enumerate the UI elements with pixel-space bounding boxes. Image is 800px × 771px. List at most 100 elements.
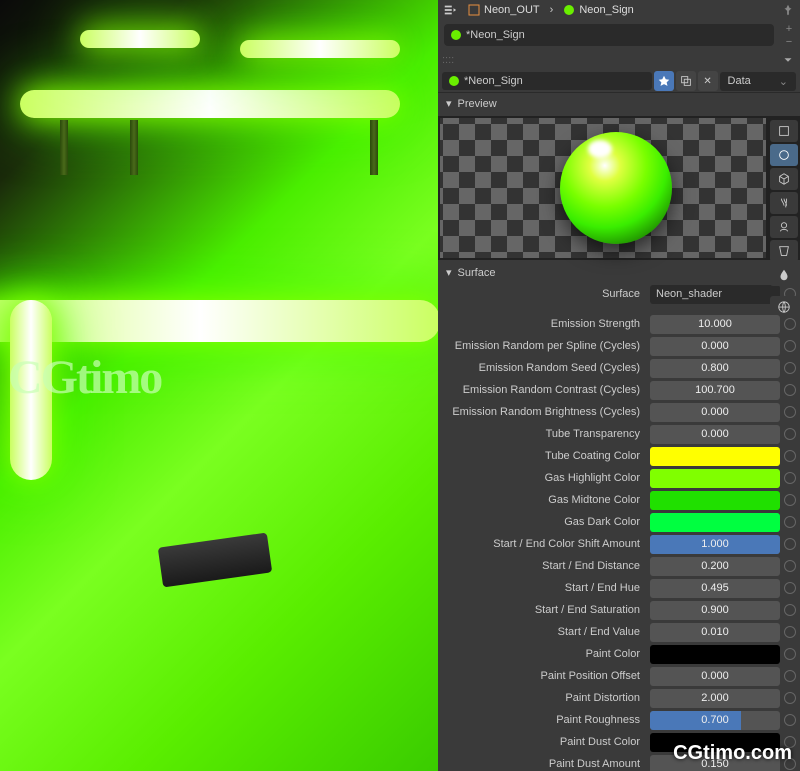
disclosure-down-icon: ▾ xyxy=(446,266,452,279)
node-socket-icon[interactable] xyxy=(784,472,796,484)
node-socket-icon[interactable] xyxy=(784,340,796,352)
properties-panel: Neon_OUT › Neon_Sign *Neon_Sign + − ::::… xyxy=(438,0,800,771)
property-row: Emission Strength 10.000 xyxy=(438,313,800,335)
property-row: Start / End Color Shift Amount 1.000 xyxy=(438,533,800,555)
material-name: Neon_Sign xyxy=(579,4,633,16)
property-label: Start / End Color Shift Amount xyxy=(442,538,646,550)
property-row: Start / End Saturation 0.900 xyxy=(438,599,800,621)
number-field[interactable]: 100.700 xyxy=(650,381,780,400)
number-field[interactable]: 0.000 xyxy=(650,337,780,356)
node-socket-icon[interactable] xyxy=(784,604,796,616)
color-swatch[interactable] xyxy=(650,469,780,488)
node-socket-icon[interactable] xyxy=(784,516,796,528)
number-field[interactable]: 2.000 xyxy=(650,689,780,708)
context-menu-icon[interactable] xyxy=(442,2,458,18)
color-swatch[interactable] xyxy=(650,491,780,510)
node-socket-icon[interactable] xyxy=(784,560,796,572)
node-socket-icon[interactable] xyxy=(784,450,796,462)
number-field[interactable]: 1.000 xyxy=(650,535,780,554)
node-socket-icon[interactable] xyxy=(784,626,796,638)
link-mode-dropdown[interactable]: Data⌄ xyxy=(720,72,796,91)
property-label: Start / End Hue xyxy=(442,582,646,594)
preview-cloth-button[interactable] xyxy=(770,240,798,262)
number-field[interactable]: 0.200 xyxy=(650,557,780,576)
datablock-name: *Neon_Sign xyxy=(464,75,523,87)
number-field[interactable]: 0.495 xyxy=(650,579,780,598)
number-field[interactable]: 0.000 xyxy=(650,425,780,444)
property-row: Emission Random per Spline (Cycles)0.000 xyxy=(438,335,800,357)
node-socket-icon[interactable] xyxy=(784,428,796,440)
preview-fluid-button[interactable] xyxy=(770,264,798,286)
preview-cube-button[interactable] xyxy=(770,168,798,190)
property-row: Paint Distortion2.000 xyxy=(438,687,800,709)
property-row: Tube Transparency 0.000 xyxy=(438,423,800,445)
fake-user-button[interactable] xyxy=(654,71,674,91)
property-label: Emission Strength xyxy=(442,318,646,330)
property-row: Emission Random Brightness (Cycles)0.000 xyxy=(438,401,800,423)
property-label: Tube Transparency xyxy=(442,428,646,440)
slot-name: *Neon_Sign xyxy=(466,29,525,41)
number-field[interactable]: 0.700 xyxy=(650,711,780,730)
number-field[interactable]: 0.010 xyxy=(650,623,780,642)
node-socket-icon[interactable] xyxy=(784,648,796,660)
add-slot-button[interactable]: + xyxy=(780,23,798,35)
remove-slot-button[interactable]: − xyxy=(780,36,798,48)
node-socket-icon[interactable] xyxy=(784,406,796,418)
node-socket-icon[interactable] xyxy=(784,582,796,594)
property-label: Paint Position Offset xyxy=(442,670,646,682)
number-field[interactable]: 0.000 xyxy=(650,403,780,422)
material-datablock-field[interactable]: *Neon_Sign xyxy=(442,72,652,90)
property-row: Start / End Distance0.200 xyxy=(438,555,800,577)
color-swatch[interactable] xyxy=(650,645,780,664)
property-row: Paint Position Offset 0.000 xyxy=(438,665,800,687)
breadcrumb-material[interactable]: Neon_Sign xyxy=(557,2,639,18)
property-label: Paint Dust Color xyxy=(442,736,646,748)
preview-area xyxy=(438,116,800,260)
preview-label: Preview xyxy=(458,98,497,110)
number-field[interactable]: 0.900 xyxy=(650,601,780,620)
property-row: Paint Roughness 0.700 xyxy=(438,709,800,731)
preview-shaderball-button[interactable] xyxy=(770,216,798,238)
corner-watermark: CGtimo.com xyxy=(673,742,792,765)
property-label: Start / End Saturation xyxy=(442,604,646,616)
property-label: Gas Highlight Color xyxy=(442,472,646,484)
property-label: Paint Roughness xyxy=(442,714,646,726)
property-label: Gas Dark Color xyxy=(442,516,646,528)
node-socket-icon[interactable] xyxy=(784,538,796,550)
node-socket-icon[interactable] xyxy=(784,670,796,682)
color-swatch[interactable] xyxy=(650,513,780,532)
slot-specials-icon[interactable] xyxy=(780,52,796,68)
preview-hair-button[interactable] xyxy=(770,192,798,214)
pin-icon[interactable] xyxy=(780,2,796,18)
node-socket-icon[interactable] xyxy=(784,692,796,704)
disclosure-down-icon: ▾ xyxy=(446,97,452,110)
node-socket-icon[interactable] xyxy=(784,714,796,726)
property-row: Start / End Hue 0.495 xyxy=(438,577,800,599)
number-field[interactable]: 0.800 xyxy=(650,359,780,378)
surface-shader-dropdown[interactable]: Neon_shader xyxy=(650,285,780,304)
unlink-button[interactable]: ✕ xyxy=(698,71,718,91)
property-row: Emission Random Contrast (Cycles)100.700 xyxy=(438,379,800,401)
node-socket-icon[interactable] xyxy=(784,362,796,374)
material-slot[interactable]: *Neon_Sign xyxy=(444,24,774,46)
color-swatch[interactable] xyxy=(650,447,780,466)
property-row: Tube Coating Color xyxy=(438,445,800,467)
property-label: Start / End Value xyxy=(442,626,646,638)
number-field[interactable]: 0.000 xyxy=(650,667,780,686)
node-socket-icon[interactable] xyxy=(784,384,796,396)
material-preview[interactable] xyxy=(440,118,766,258)
property-row: Gas Midtone Color xyxy=(438,489,800,511)
breadcrumb-separator: › xyxy=(550,4,554,16)
preview-toolbar xyxy=(768,118,800,320)
expand-handle-icon[interactable]: :::: xyxy=(442,54,454,66)
preview-sphere-button[interactable] xyxy=(770,144,798,166)
surface-shader-label: Surface xyxy=(442,288,646,300)
preview-flat-button[interactable] xyxy=(770,120,798,142)
surface-section-header[interactable]: ▾ Surface xyxy=(438,262,800,283)
number-field[interactable]: 10.000 xyxy=(650,315,780,334)
node-socket-icon[interactable] xyxy=(784,494,796,506)
breadcrumb-object[interactable]: Neon_OUT xyxy=(462,2,546,18)
viewport-3d[interactable]: CGtimo xyxy=(0,0,438,771)
duplicate-button[interactable] xyxy=(676,71,696,91)
preview-section-header[interactable]: ▾ Preview xyxy=(438,93,800,114)
